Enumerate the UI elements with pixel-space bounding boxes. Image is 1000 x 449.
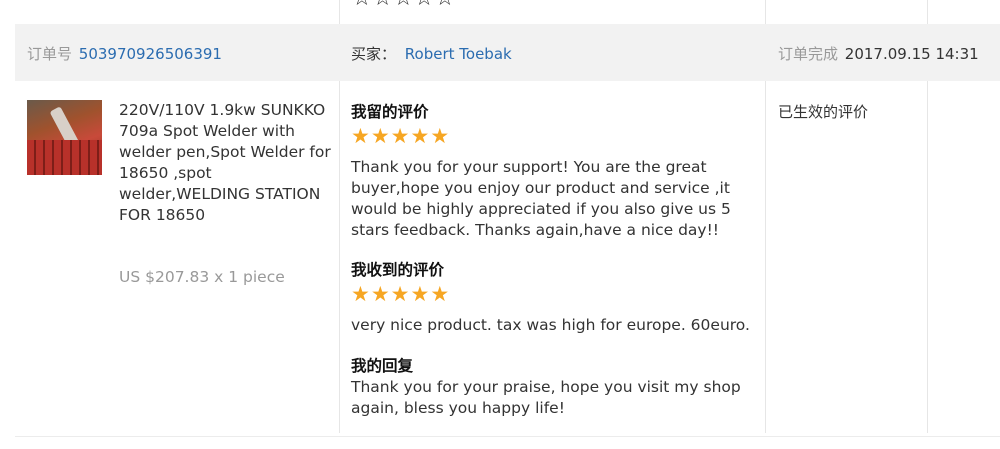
star-outline-icon: ☆ <box>393 0 413 10</box>
order-completed-time: 2017.09.15 14:31 <box>844 45 979 63</box>
star-outline-icon: ☆ <box>373 0 393 10</box>
column-divider <box>339 0 340 24</box>
star-outline-icon: ☆ <box>414 0 434 10</box>
star-outline-icon: ☆ <box>435 0 455 10</box>
column-divider <box>765 81 766 433</box>
star-icon: ★ <box>370 124 390 148</box>
column-divider <box>927 81 928 433</box>
buyer-field: 买家： Robert Toebak <box>351 44 512 64</box>
star-icon: ★ <box>430 282 450 306</box>
product-thumbnail[interactable] <box>27 100 102 175</box>
review-status: 已生效的评价 <box>778 103 869 121</box>
star-icon: ★ <box>351 282 370 306</box>
my-review-stars: ★ ★ ★ ★ ★ <box>351 126 449 147</box>
star-icon: ★ <box>430 124 450 148</box>
star-outline-icon: ☆ <box>352 0 372 10</box>
row-divider <box>15 436 1000 437</box>
my-review-text: Thank you for your support! You are the … <box>351 158 731 239</box>
star-icon: ★ <box>390 124 410 148</box>
battery-cells-image-detail <box>27 140 102 175</box>
star-icon: ★ <box>351 124 370 148</box>
order-completed-field: 订单完成 2017.09.15 14:31 <box>778 44 979 64</box>
previous-rating-stars: ☆ ☆ ☆ ☆ ☆ <box>352 0 455 10</box>
my-reply-title: 我的回复 <box>351 357 414 375</box>
received-review-text: very nice product. tax was high for euro… <box>351 316 750 334</box>
column-divider <box>927 0 928 24</box>
star-icon: ★ <box>410 124 430 148</box>
order-completed-label: 订单完成 <box>778 45 839 63</box>
order-header: 订单号 503970926506391 买家： Robert Toebak 订单… <box>15 24 1000 81</box>
my-review-title: 我留的评价 <box>351 103 429 121</box>
product-title-link[interactable]: 220V/110V 1.9kw SUNKKO 709a Spot Welder … <box>119 100 334 226</box>
product-price: US $207.83 x 1 piece <box>119 268 285 286</box>
star-icon: ★ <box>410 282 430 306</box>
received-review-stars: ★ ★ ★ ★ ★ <box>351 284 449 305</box>
column-divider <box>765 0 766 24</box>
my-reply-text: Thank you for your praise, hope you visi… <box>351 378 741 417</box>
star-icon: ★ <box>390 282 410 306</box>
order-number-field: 订单号 503970926506391 <box>27 44 222 64</box>
received-review-title: 我收到的评价 <box>351 261 445 279</box>
buyer-name-link[interactable]: Robert Toebak <box>405 45 512 63</box>
star-icon: ★ <box>370 282 390 306</box>
buyer-label: 买家： <box>351 45 397 63</box>
order-number-link[interactable]: 503970926506391 <box>79 45 222 63</box>
order-number-label: 订单号 <box>27 45 73 63</box>
column-divider <box>339 81 340 433</box>
